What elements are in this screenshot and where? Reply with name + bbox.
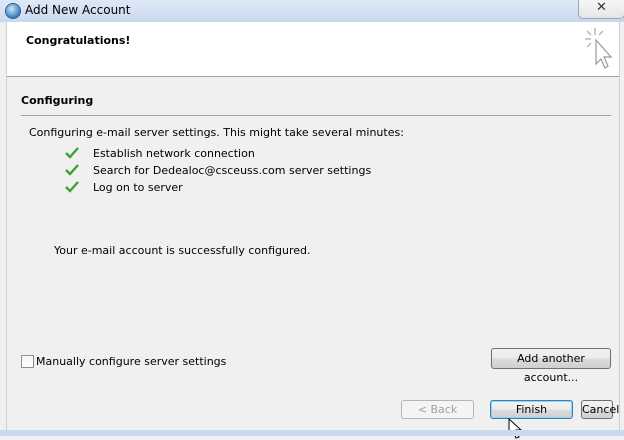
cancel-button[interactable]: Cancel [581, 400, 619, 419]
configuring-intro: Configuring e-mail server settings. This… [29, 126, 404, 139]
dialog-header: Congratulations! [7, 22, 619, 77]
dialog-body: Congratulations! Configuring Configuring… [6, 22, 620, 439]
step-label: Search for Dedealoc@csceuss.com server s… [93, 164, 372, 177]
manual-config-label[interactable]: Manually configure server settings [36, 355, 226, 368]
step-label: Log on to server [93, 181, 183, 194]
step-label: Establish network connection [93, 147, 255, 160]
success-message: Your e-mail account is successfully conf… [54, 244, 311, 257]
close-button[interactable]: ✕ [578, 0, 624, 19]
title-bar: Add New Account ✕ [0, 0, 624, 22]
window-bottom-border [0, 430, 624, 436]
sparkle-cursor-icon [585, 28, 613, 69]
checkmark-icon [65, 147, 79, 159]
section-divider [21, 115, 611, 116]
manual-config-checkbox[interactable] [21, 355, 34, 368]
back-button[interactable]: < Back [401, 400, 474, 419]
checkmark-icon [65, 164, 79, 176]
window-title: Add New Account [25, 3, 131, 17]
outlook-globe-icon [5, 3, 21, 19]
finish-button[interactable]: Finish [490, 400, 573, 419]
mouse-pointer-icon [508, 418, 523, 439]
add-another-account-button[interactable]: Add another account... [491, 348, 611, 384]
section-title: Configuring [21, 94, 94, 107]
header-title: Congratulations! [26, 34, 131, 47]
checkmark-icon [65, 181, 79, 193]
